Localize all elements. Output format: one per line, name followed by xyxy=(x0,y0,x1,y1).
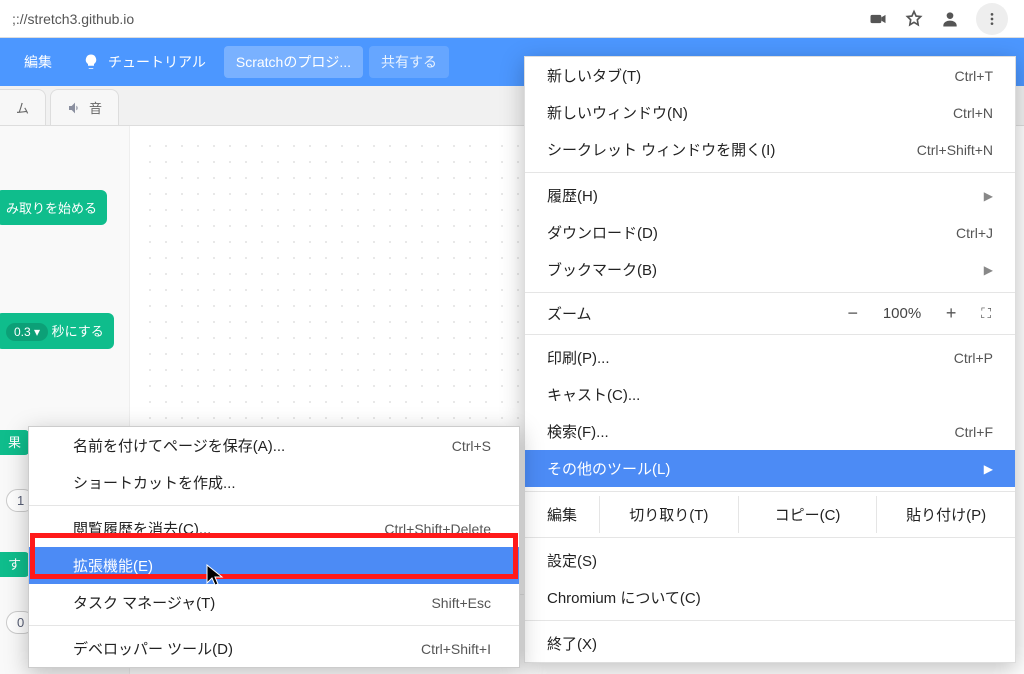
menu-separator xyxy=(525,491,1015,492)
menu-edit[interactable]: 編集 xyxy=(12,46,64,78)
menu-history[interactable]: 履歴(H)▶ xyxy=(525,177,1015,214)
lightbulb-icon xyxy=(82,53,100,71)
menu-separator xyxy=(525,537,1015,538)
chip-label-2: す xyxy=(0,552,29,577)
submenu-developer-tools[interactable]: デベロッパー ツール(D)Ctrl+Shift+I xyxy=(29,630,519,667)
more-tools-submenu: 名前を付けてページを保存(A)...Ctrl+S ショートカットを作成... 閲… xyxy=(28,426,520,668)
menu-more-tools[interactable]: その他のツール(L)▶ xyxy=(525,450,1015,487)
menu-copy[interactable]: コピー(C) xyxy=(738,496,877,533)
star-icon[interactable] xyxy=(904,9,924,29)
share-button[interactable]: 共有する xyxy=(369,46,449,78)
submenu-create-shortcut[interactable]: ショートカットを作成... xyxy=(29,464,519,501)
zoom-value: 100% xyxy=(883,305,921,322)
mouse-cursor-icon xyxy=(206,564,226,588)
zoom-label: ズーム xyxy=(547,303,841,324)
zoom-in-button[interactable]: + xyxy=(939,303,963,324)
menu-exit[interactable]: 終了(X) xyxy=(525,625,1015,662)
submenu-save-page-as[interactable]: 名前を付けてページを保存(A)...Ctrl+S xyxy=(29,427,519,464)
menu-separator xyxy=(525,334,1015,335)
submenu-separator xyxy=(29,625,519,626)
chevron-right-icon: ▶ xyxy=(984,462,993,476)
menu-bookmarks[interactable]: ブックマーク(B)▶ xyxy=(525,251,1015,288)
tab-sounds-label: 音 xyxy=(89,98,102,117)
menu-about[interactable]: Chromium について(C) xyxy=(525,579,1015,616)
block-seconds-value[interactable]: 0.3 ▾ xyxy=(6,323,48,341)
menu-edit-row: 編集 切り取り(T) コピー(C) 貼り付け(P) xyxy=(525,496,1015,533)
submenu-task-manager[interactable]: タスク マネージャ(T)Shift+Esc xyxy=(29,584,519,621)
sound-icon xyxy=(67,100,83,116)
menu-print[interactable]: 印刷(P)...Ctrl+P xyxy=(525,339,1015,376)
address-bar: ;://stretch3.github.io xyxy=(0,0,1024,38)
menu-tutorials-label: チュートリアル xyxy=(108,52,206,72)
kebab-menu-icon[interactable] xyxy=(976,3,1008,35)
menu-separator xyxy=(525,292,1015,293)
chrome-main-menu: 新しいタブ(T)Ctrl+T 新しいウィンドウ(N)Ctrl+N シークレット … xyxy=(524,56,1016,663)
block-start-reading[interactable]: み取りを始める xyxy=(0,190,107,225)
menu-new-window[interactable]: 新しいウィンドウ(N)Ctrl+N xyxy=(525,94,1015,131)
zoom-out-button[interactable]: − xyxy=(841,303,865,324)
submenu-clear-browsing-data[interactable]: 閲覧履歴を消去(C)...Ctrl+Shift+Delete xyxy=(29,510,519,547)
fullscreen-icon[interactable]: ⛶ xyxy=(981,305,993,322)
project-title[interactable]: Scratchのプロジ... xyxy=(224,46,363,78)
camera-icon[interactable] xyxy=(868,9,888,29)
tab-sounds[interactable]: 音 xyxy=(50,89,119,125)
menu-settings[interactable]: 設定(S) xyxy=(525,542,1015,579)
block-seconds[interactable]: 0.3 ▾ 秒にする xyxy=(0,313,114,349)
menu-new-tab[interactable]: 新しいタブ(T)Ctrl+T xyxy=(525,57,1015,94)
menu-paste[interactable]: 貼り付け(P) xyxy=(876,496,1015,533)
submenu-separator xyxy=(29,505,519,506)
menu-tutorials[interactable]: チュートリアル xyxy=(70,46,218,78)
menu-separator xyxy=(525,620,1015,621)
menu-downloads[interactable]: ダウンロード(D)Ctrl+J xyxy=(525,214,1015,251)
menu-cut[interactable]: 切り取り(T) xyxy=(599,496,738,533)
chip-label-1: 果 xyxy=(0,430,29,455)
menu-separator xyxy=(525,172,1015,173)
menu-cast[interactable]: キャスト(C)... xyxy=(525,376,1015,413)
menu-incognito[interactable]: シークレット ウィンドウを開く(I)Ctrl+Shift+N xyxy=(525,131,1015,168)
chevron-right-icon: ▶ xyxy=(984,189,993,203)
submenu-extensions[interactable]: 拡張機能(E) xyxy=(29,547,519,584)
edit-row-label: 編集 xyxy=(525,496,599,533)
menu-find[interactable]: 検索(F)...Ctrl+F xyxy=(525,413,1015,450)
user-icon[interactable] xyxy=(940,9,960,29)
url-text[interactable]: ;://stretch3.github.io xyxy=(8,11,868,27)
block-seconds-suffix: 秒にする xyxy=(52,324,104,339)
chevron-right-icon: ▶ xyxy=(984,263,993,277)
menu-zoom-row: ズーム − 100% + ⛶ xyxy=(525,297,1015,330)
tab-costumes[interactable]: ム xyxy=(0,89,46,125)
